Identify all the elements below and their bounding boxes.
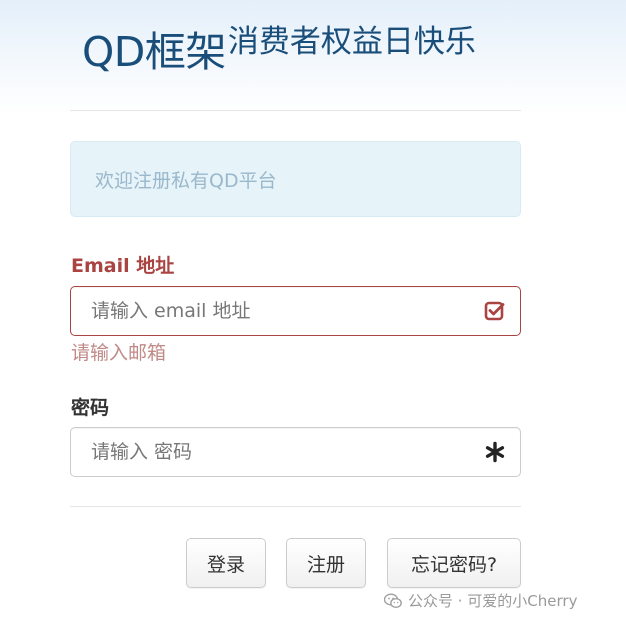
header-divider	[70, 110, 521, 111]
register-button[interactable]: 注册	[286, 538, 366, 588]
alert-message: 欢迎注册私有QD平台	[95, 169, 277, 192]
form-divider	[70, 506, 521, 507]
brand-title: QD框架	[82, 28, 226, 76]
email-input[interactable]	[91, 300, 471, 322]
email-help-text: 请输入邮箱	[71, 342, 167, 364]
email-field-wrapper	[70, 286, 521, 336]
wechat-icon	[384, 593, 402, 608]
password-field-wrapper	[70, 427, 521, 477]
check-square-icon	[484, 300, 506, 322]
login-button[interactable]: 登录	[186, 538, 266, 588]
info-alert: 欢迎注册私有QD平台	[70, 141, 521, 217]
forgot-password-button[interactable]: 忘记密码?	[387, 538, 521, 588]
brand-tagline: 消费者权益日快乐	[227, 24, 476, 60]
page-header: QD框架 消费者权益日快乐	[82, 24, 476, 78]
password-input[interactable]	[91, 441, 471, 463]
register-page: QD框架 消费者权益日快乐 欢迎注册私有QD平台 Email 地址 请输入邮箱 …	[0, 0, 626, 625]
watermark-text: 公众号 · 可爱的小Cherry	[408, 592, 578, 610]
password-label: 密码	[71, 397, 110, 419]
asterisk-icon	[484, 441, 506, 463]
email-label: Email 地址	[71, 255, 175, 277]
watermark: 公众号 · 可爱的小Cherry	[384, 590, 577, 611]
